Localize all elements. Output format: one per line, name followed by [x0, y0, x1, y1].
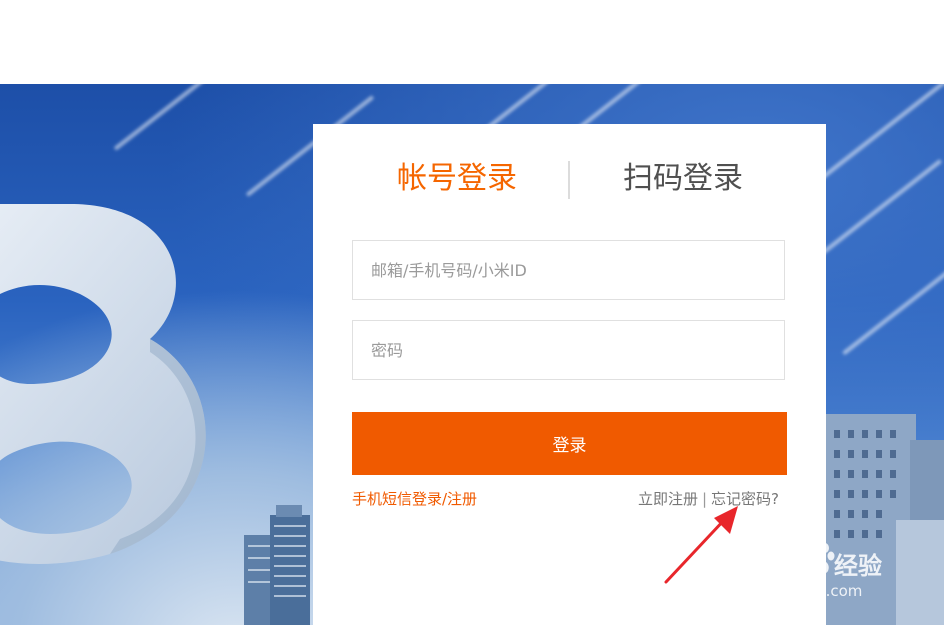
baidu-jingyan-watermark: Bai 经验 jingyan.baidu.com — [722, 540, 922, 610]
watermark-jingyan-text: 经验 — [834, 552, 882, 580]
city-buildings-left — [244, 505, 310, 625]
top-header-bar — [0, 0, 944, 84]
login-button[interactable]: 登录 — [352, 412, 787, 475]
username-field — [352, 240, 785, 300]
paw-icon — [804, 542, 835, 575]
big-number-eight-graphic — [0, 204, 206, 564]
password-field — [352, 320, 785, 380]
watermark-logo-text: Bai — [722, 540, 779, 575]
tab-divider — [568, 161, 570, 199]
tab-qr-login[interactable]: 扫码登录 — [623, 156, 743, 202]
sms-login-link[interactable]: 手机短信登录/注册 — [352, 488, 477, 510]
tab-account-login[interactable]: 帐号登录 — [397, 156, 517, 202]
login-tabs: 帐号登录 扫码登录 — [313, 156, 826, 202]
username-input[interactable] — [353, 241, 784, 299]
password-input[interactable] — [353, 321, 784, 379]
watermark-domain: jingyan.baidu.com — [724, 582, 863, 600]
